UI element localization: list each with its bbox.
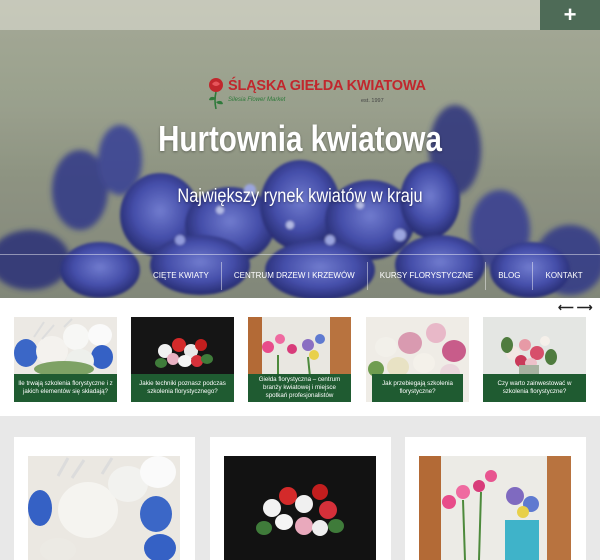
logo-tagline: Silesia Flower Market <box>228 97 286 103</box>
post-image <box>28 456 180 560</box>
hero-divider <box>0 254 600 255</box>
slide-card[interactable]: Jak przebiegają szkolenia florystyczne? <box>366 317 469 402</box>
rose-logo-icon <box>209 78 223 110</box>
main-nav: CIĘTE KWIATY CENTRUM DRZEW I KRZEWÓW KUR… <box>141 262 595 290</box>
nav-item-blog[interactable]: BLOG <box>485 262 532 290</box>
logo-since: est. 1997 <box>361 98 384 104</box>
slide-card[interactable]: Jakie techniki poznasz podczas szkolenia… <box>131 317 234 402</box>
nav-item-centrum-drzew[interactable]: CENTRUM DRZEW I KRZEWÓW <box>220 262 367 290</box>
site-logo[interactable]: ŚLĄSKA GIEŁDA KWIATOWA Silesia Flower Ma… <box>206 76 426 112</box>
nav-item-kursy[interactable]: KURSY FLORYSTYCZNE <box>366 262 486 290</box>
slide-caption: Giełda florystyczna – centrum branży kwi… <box>248 374 351 402</box>
post-image <box>419 456 571 560</box>
page-subtitle: Największy rynek kwiatów w kraju <box>177 186 423 207</box>
slide-caption: Jak przebiegają szkolenia florystyczne? <box>372 374 463 402</box>
slide-card[interactable]: Ile trwają szkolenia florystyczne i z ja… <box>14 317 117 402</box>
slide-card[interactable]: Czy warto zainwestować w szkolenia flory… <box>483 317 586 402</box>
post-card[interactable] <box>210 437 391 560</box>
plus-icon: + <box>563 2 577 27</box>
nav-item-ciete-kwiaty[interactable]: CIĘTE KWIATY <box>141 262 221 290</box>
post-card[interactable] <box>405 437 586 560</box>
slide-caption: Jakie techniki poznasz podczas szkolenia… <box>131 374 234 402</box>
slide-caption: Ile trwają szkolenia florystyczne i z ja… <box>14 374 117 402</box>
arrow-right-icon[interactable]: ⟶ <box>577 303 593 314</box>
post-card[interactable] <box>14 437 195 560</box>
nav-item-kontakt[interactable]: KONTAKT <box>532 262 594 290</box>
slide-card[interactable]: Giełda florystyczna – centrum branży kwi… <box>248 317 351 402</box>
arrow-left-icon[interactable]: ⟵ <box>558 303 574 314</box>
logo-title: ŚLĄSKA GIEŁDA KWIATOWA <box>228 78 426 94</box>
post-image <box>224 456 376 560</box>
plus-button[interactable]: + <box>540 0 600 30</box>
hero-banner: + ŚLĄSKA GIEŁDA KWIATOWA Silesia Flower … <box>0 0 600 298</box>
top-bar <box>0 0 600 30</box>
page-title: Hurtownia kwiatowa <box>158 118 442 159</box>
slide-caption: Czy warto zainwestować w szkolenia flory… <box>483 374 586 402</box>
slider-arrows: ⟵ ⟶ <box>558 303 593 314</box>
